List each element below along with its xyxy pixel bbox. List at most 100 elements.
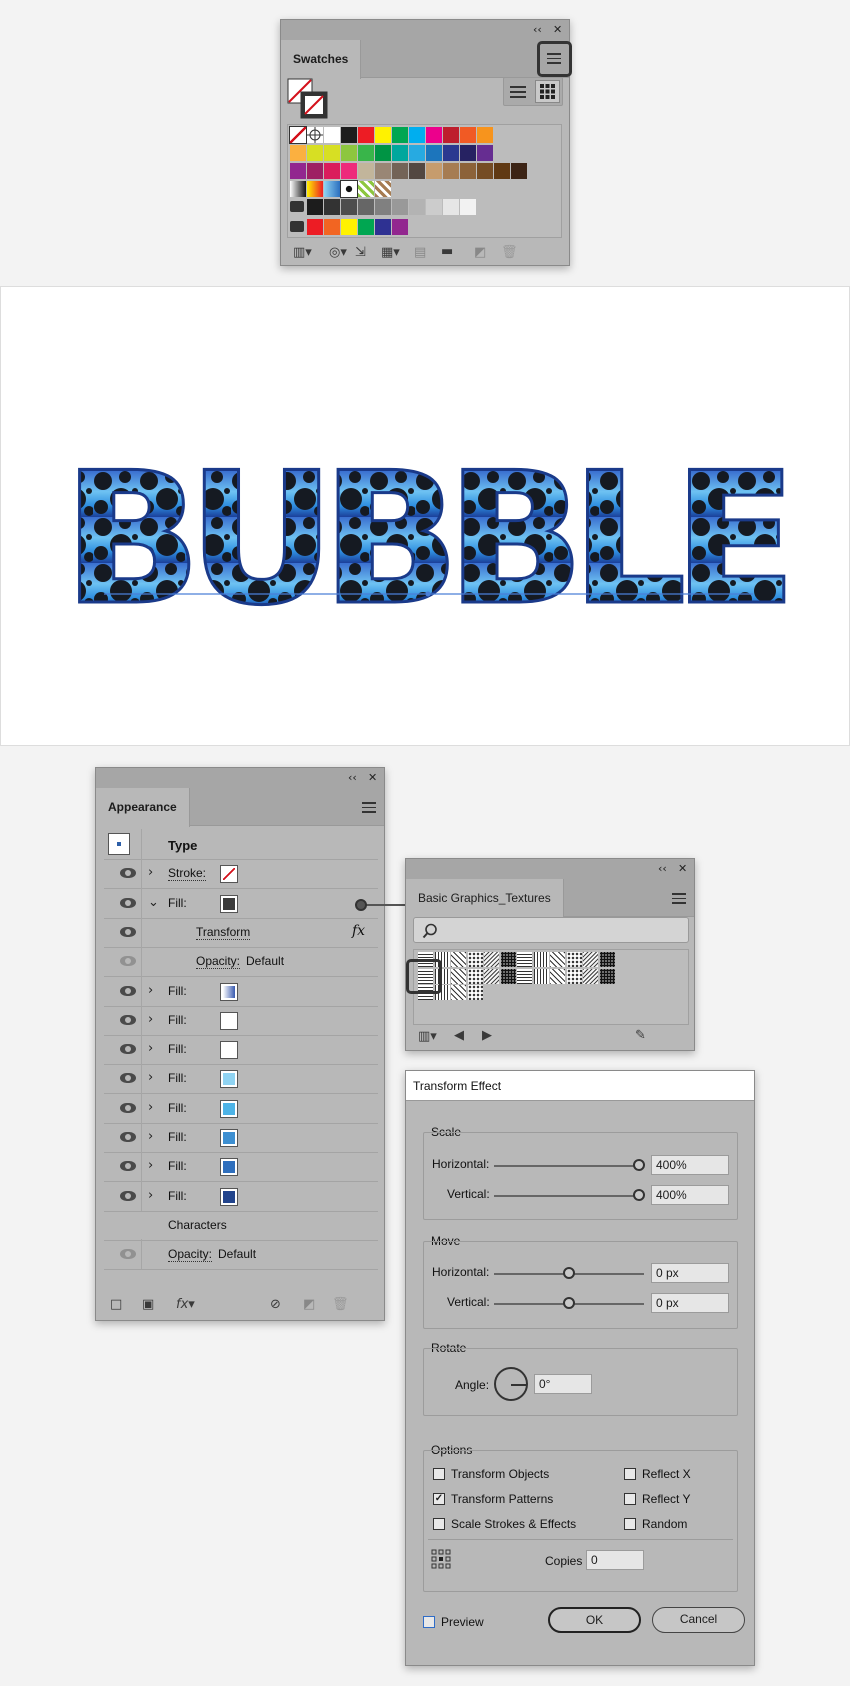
color-swatch[interactable]: [324, 127, 340, 143]
fill-swatch[interactable]: [220, 1011, 238, 1030]
add-stroke-icon[interactable]: □: [110, 1297, 122, 1312]
swatch-options-icon[interactable]: ▦▾: [381, 245, 400, 260]
chevron-right-icon[interactable]: ›: [148, 1129, 153, 1144]
scale-strokes-checkbox[interactable]: [433, 1518, 445, 1530]
color-swatch[interactable]: [460, 145, 476, 161]
reference-point-icon[interactable]: [431, 1549, 451, 1569]
color-swatch[interactable]: [392, 163, 408, 179]
stroke-swatch[interactable]: [220, 865, 238, 884]
fill-swatch[interactable]: [220, 1129, 238, 1147]
chevron-right-icon[interactable]: ›: [148, 1100, 153, 1115]
swatch-folder-icon[interactable]: [290, 221, 304, 232]
delete-item-icon[interactable]: 🗑: [332, 1297, 349, 1312]
trash-icon[interactable]: 🗑: [501, 245, 518, 260]
move-vertical-knob[interactable]: [563, 1297, 575, 1309]
visibility-eye-icon[interactable]: [120, 868, 136, 879]
scale-vertical-slider[interactable]: [494, 1195, 634, 1197]
color-swatch[interactable]: [443, 145, 459, 161]
appearance-type-row[interactable]: Type: [104, 829, 378, 860]
texture-swatch[interactable]: [517, 952, 532, 967]
color-swatch[interactable]: [307, 163, 323, 179]
scale-horizontal-knob[interactable]: [633, 1159, 645, 1171]
color-swatch[interactable]: [375, 163, 391, 179]
tab-swatches[interactable]: Swatches: [281, 40, 362, 79]
visibility-eye-icon[interactable]: [120, 1102, 136, 1113]
appearance-fill-row[interactable]: › Fill:: [104, 1004, 378, 1036]
color-swatch[interactable]: [460, 163, 476, 179]
swatch-libraries-icon[interactable]: ▥▾: [293, 245, 312, 260]
hamburger-menu-icon[interactable]: [670, 890, 688, 908]
appearance-characters-row[interactable]: Characters: [104, 1210, 378, 1241]
scale-vertical-knob[interactable]: [633, 1189, 645, 1201]
texture-swatch[interactable]: [550, 952, 565, 967]
double-chevron-left-icon[interactable]: ‹‹: [658, 862, 667, 875]
visibility-eye-icon[interactable]: [120, 1014, 136, 1025]
fill-label[interactable]: Fill:: [168, 1101, 187, 1115]
pattern-swatch[interactable]: [340, 180, 358, 198]
texture-swatch[interactable]: [500, 968, 516, 984]
move-vertical-field[interactable]: 0 px: [651, 1293, 729, 1313]
texture-swatch[interactable]: [583, 968, 598, 984]
texture-search-field[interactable]: [413, 917, 689, 943]
color-swatch[interactable]: [392, 219, 408, 235]
chevron-right-icon[interactable]: ›: [148, 983, 153, 998]
clear-appearance-icon[interactable]: ⊘: [270, 1297, 281, 1312]
color-swatch[interactable]: [290, 145, 306, 161]
bubble-text-artwork[interactable]: BUBBLE: [1, 287, 850, 747]
color-swatch[interactable]: [409, 127, 425, 143]
scale-horizontal-field[interactable]: 400%: [651, 1155, 729, 1175]
duplicate-item-icon[interactable]: ◩: [303, 1297, 315, 1312]
color-swatch[interactable]: [341, 219, 357, 235]
appearance-fill-row[interactable]: ⌄ Fill:: [104, 887, 378, 919]
color-swatch[interactable]: [477, 145, 493, 161]
color-swatch[interactable]: [375, 145, 391, 161]
color-swatch[interactable]: [290, 163, 306, 179]
color-group-icon[interactable]: ▤: [414, 245, 426, 260]
fill-label[interactable]: Fill:: [168, 1013, 187, 1027]
registration-swatch[interactable]: [307, 127, 323, 143]
preview-checkbox[interactable]: [423, 1616, 435, 1628]
close-icon[interactable]: ✕: [368, 771, 377, 784]
visibility-eye-icon[interactable]: [120, 1132, 136, 1142]
texture-swatch[interactable]: [599, 968, 615, 984]
appearance-fill-row[interactable]: › Fill:: [104, 1092, 378, 1124]
grid-view-icon[interactable]: [535, 80, 560, 103]
fx-menu-icon[interactable]: fx▾: [176, 1297, 195, 1312]
move-horizontal-knob[interactable]: [563, 1267, 575, 1279]
angle-dial[interactable]: [494, 1367, 528, 1401]
swatch-folder-icon[interactable]: [290, 201, 304, 212]
cancel-button[interactable]: Cancel: [652, 1607, 745, 1633]
pattern-swatch[interactable]: [358, 181, 374, 197]
fill-swatch[interactable]: [220, 1041, 238, 1060]
color-swatch[interactable]: [307, 145, 323, 161]
color-swatch[interactable]: [375, 219, 391, 235]
stroke-label[interactable]: Stroke:: [168, 866, 207, 882]
place-swatch-icon[interactable]: ⇲: [355, 245, 366, 260]
appearance-fill-row[interactable]: › Fill:: [104, 1063, 378, 1095]
gradient-swatch[interactable]: [324, 181, 340, 197]
gradient-swatch[interactable]: [290, 181, 306, 197]
close-icon[interactable]: ✕: [553, 23, 562, 36]
fill-label[interactable]: Fill:: [168, 1159, 187, 1173]
reflect-x-checkbox[interactable]: [624, 1468, 636, 1480]
color-swatch[interactable]: [392, 127, 408, 143]
tab-basic-graphics-textures[interactable]: Basic Graphics_Textures: [406, 879, 564, 918]
appearance-fill-row[interactable]: › Fill:: [104, 1151, 378, 1183]
texture-swatch[interactable]: [500, 952, 516, 967]
list-view-icon[interactable]: [510, 84, 526, 100]
color-swatch[interactable]: [443, 127, 459, 143]
color-swatch[interactable]: [324, 145, 340, 161]
color-swatch[interactable]: [392, 145, 408, 161]
visibility-eye-icon[interactable]: [120, 985, 136, 996]
fx-icon[interactable]: fx: [352, 923, 365, 939]
gradient-swatch[interactable]: [307, 181, 323, 197]
fill-swatch[interactable]: [220, 1187, 238, 1206]
color-swatch[interactable]: [477, 127, 493, 143]
fill-label[interactable]: Fill:: [168, 1042, 187, 1056]
add-fill-icon[interactable]: ▣: [142, 1297, 154, 1312]
color-swatch[interactable]: [307, 199, 323, 215]
color-swatch[interactable]: [443, 199, 459, 215]
texture-swatch[interactable]: [467, 952, 483, 967]
baseline-anchor[interactable]: [425, 591, 431, 597]
color-swatch[interactable]: [460, 127, 476, 143]
